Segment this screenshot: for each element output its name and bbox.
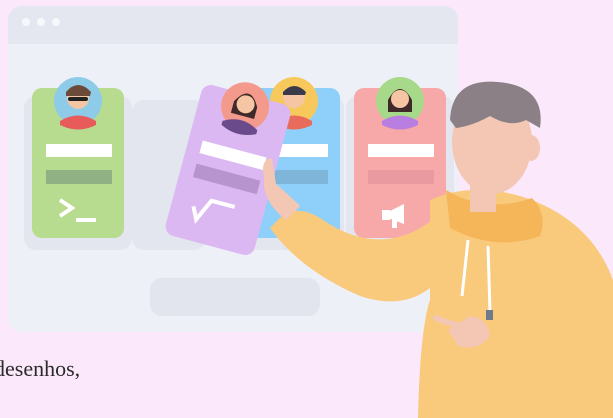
caption-text: desenhos,	[0, 356, 81, 381]
card-green	[32, 77, 124, 238]
window-dots	[22, 18, 60, 26]
avatar-sunglasses-man	[54, 77, 102, 130]
avatar-woman	[376, 77, 424, 130]
illustration	[8, 6, 613, 418]
